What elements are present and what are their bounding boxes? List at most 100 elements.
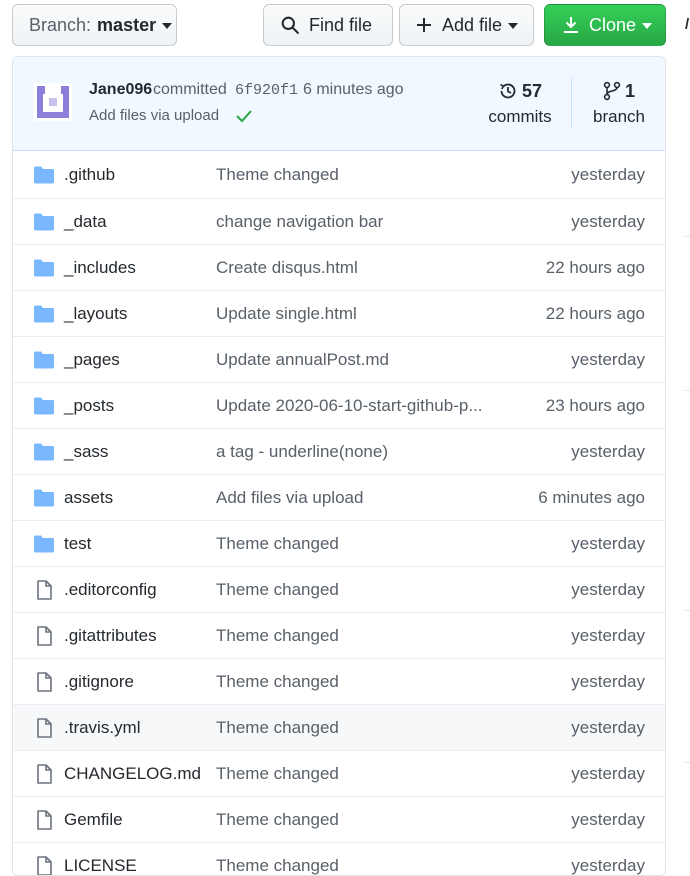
file-name-link[interactable]: Gemfile xyxy=(64,810,123,830)
commit-message-link[interactable]: Theme changed xyxy=(216,856,339,875)
commits-count: 57 xyxy=(521,80,543,101)
find-file-button[interactable]: Find file xyxy=(263,4,393,46)
commit-age: 22 hours ago xyxy=(545,258,645,277)
table-row[interactable]: LICENSE Theme changed yesterday xyxy=(13,842,665,875)
sidebar-divider xyxy=(685,762,690,763)
commit-message-link[interactable]: Theme changed xyxy=(216,672,339,692)
commit-age: yesterday xyxy=(571,856,645,875)
sidebar-fragment: / xyxy=(685,16,690,33)
commit-message-link[interactable]: change navigation bar xyxy=(216,212,383,232)
history-icon xyxy=(500,83,516,99)
folder-icon xyxy=(33,534,55,554)
table-row[interactable]: test Theme changed yesterday xyxy=(13,520,665,566)
file-name-link[interactable]: _layouts xyxy=(64,304,127,324)
commit-message-link[interactable]: Theme changed xyxy=(216,626,339,646)
file-icon xyxy=(33,764,55,784)
commit-message-link[interactable]: a tag - underline(none) xyxy=(216,442,388,462)
table-row[interactable]: _data change navigation bar yesterday xyxy=(13,198,665,244)
sidebar-divider xyxy=(685,236,690,237)
sidebar-divider xyxy=(685,390,690,391)
file-name-link[interactable]: test xyxy=(64,534,91,554)
commit-message-link[interactable]: Update annualPost.md xyxy=(216,350,389,370)
file-name-link[interactable]: .gitattributes xyxy=(64,626,157,646)
commit-age: yesterday xyxy=(571,350,645,369)
table-row[interactable]: .editorconfig Theme changed yesterday xyxy=(13,566,665,612)
table-row[interactable]: .travis.yml Theme changed yesterday xyxy=(13,704,665,750)
table-row[interactable]: _sass a tag - underline(none) yesterday xyxy=(13,428,665,474)
file-name-link[interactable]: .github xyxy=(64,165,115,185)
folder-icon xyxy=(33,165,55,185)
chevron-down-icon xyxy=(642,23,653,29)
table-row[interactable]: .github Theme changed yesterday xyxy=(13,152,665,198)
file-name-link[interactable]: _includes xyxy=(64,258,136,278)
sidebar-divider xyxy=(685,610,690,611)
commit-sha-link[interactable]: 6f920f1 xyxy=(235,82,298,99)
folder-icon xyxy=(33,350,55,370)
commit-message-link[interactable]: Add files via upload xyxy=(216,488,363,508)
commit-author-link[interactable]: Jane096 xyxy=(89,81,152,99)
find-file-label: Find file xyxy=(309,14,373,35)
table-row[interactable]: CHANGELOG.md Theme changed yesterday xyxy=(13,750,665,796)
commit-age: yesterday xyxy=(571,212,645,231)
branch-label: branch xyxy=(593,107,645,126)
file-name-link[interactable]: assets xyxy=(64,488,113,508)
search-icon xyxy=(281,16,299,34)
file-icon xyxy=(33,626,55,646)
sidebar-edge: / xyxy=(682,0,690,861)
table-row[interactable]: .gitignore Theme changed yesterday xyxy=(13,658,665,704)
file-name-link[interactable]: _data xyxy=(64,212,107,232)
file-name-link[interactable]: _posts xyxy=(64,396,114,416)
file-name-link[interactable]: _pages xyxy=(64,350,120,370)
clone-button[interactable]: Clone xyxy=(544,4,666,46)
table-row[interactable]: Gemfile Theme changed yesterday xyxy=(13,796,665,842)
avatar[interactable] xyxy=(34,83,72,121)
file-name-link[interactable]: CHANGELOG.md xyxy=(64,764,201,784)
add-file-button[interactable]: Add file xyxy=(399,4,534,46)
commit-message-link[interactable]: Theme changed xyxy=(216,764,339,784)
commit-age: 22 hours ago xyxy=(545,304,645,323)
download-icon xyxy=(564,17,578,33)
file-name-link[interactable]: .gitignore xyxy=(64,672,134,692)
commit-age: yesterday xyxy=(571,718,645,737)
commit-message-link[interactable]: Theme changed xyxy=(216,165,339,185)
file-name-link[interactable]: LICENSE xyxy=(64,856,137,875)
stat-divider xyxy=(571,77,572,129)
commit-message-link[interactable]: Update 2020-06-10-start-github-p... xyxy=(216,396,483,416)
commit-message-link[interactable]: Update single.html xyxy=(216,304,357,324)
commit-verb: committed xyxy=(153,81,227,98)
commit-message-link[interactable]: Add files via upload xyxy=(89,107,219,124)
table-row[interactable]: _includes Create disqus.html 22 hours ago xyxy=(13,244,665,290)
commit-message-link[interactable]: Theme changed xyxy=(216,810,339,830)
commits-count-link[interactable]: 57 commits xyxy=(485,79,555,127)
check-icon[interactable] xyxy=(235,109,253,123)
folder-icon xyxy=(33,396,55,416)
commits-label: commits xyxy=(488,107,552,126)
add-file-label: Add file xyxy=(442,14,503,35)
commit-message-link[interactable]: Theme changed xyxy=(216,718,339,738)
file-name-link[interactable]: .travis.yml xyxy=(64,718,141,738)
clone-label: Clone xyxy=(589,14,637,35)
commit-message-link[interactable]: Theme changed xyxy=(216,580,339,600)
commit-message-link[interactable]: Create disqus.html xyxy=(216,258,358,278)
table-row[interactable]: _layouts Update single.html 22 hours ago xyxy=(13,290,665,336)
commit-age: yesterday xyxy=(571,810,645,829)
table-row[interactable]: _pages Update annualPost.md yesterday xyxy=(13,336,665,382)
file-name-link[interactable]: _sass xyxy=(64,442,108,462)
plus-icon xyxy=(417,18,431,32)
file-icon xyxy=(33,718,55,738)
file-name-link[interactable]: .editorconfig xyxy=(64,580,157,600)
branch-count-link[interactable]: 1 branch xyxy=(588,79,650,127)
commit-age: yesterday xyxy=(571,442,645,461)
table-row[interactable]: .gitattributes Theme changed yesterday xyxy=(13,612,665,658)
table-row[interactable]: _posts Update 2020-06-10-start-github-p..… xyxy=(13,382,665,428)
commit-message-link[interactable]: Theme changed xyxy=(216,534,339,554)
branch-select-button[interactable]: Branch: master xyxy=(12,4,177,46)
table-row[interactable]: assets Add files via upload 6 minutes ago xyxy=(13,474,665,520)
folder-icon xyxy=(33,304,55,324)
commit-age: yesterday xyxy=(571,580,645,599)
repository-file-browser: Jane096 committed 6f920f1 6 minutes ago … xyxy=(12,56,666,876)
latest-commit-bar: Jane096 committed 6f920f1 6 minutes ago … xyxy=(13,57,665,151)
chevron-down-icon xyxy=(162,23,173,29)
file-icon xyxy=(33,856,55,875)
folder-icon xyxy=(33,258,55,278)
